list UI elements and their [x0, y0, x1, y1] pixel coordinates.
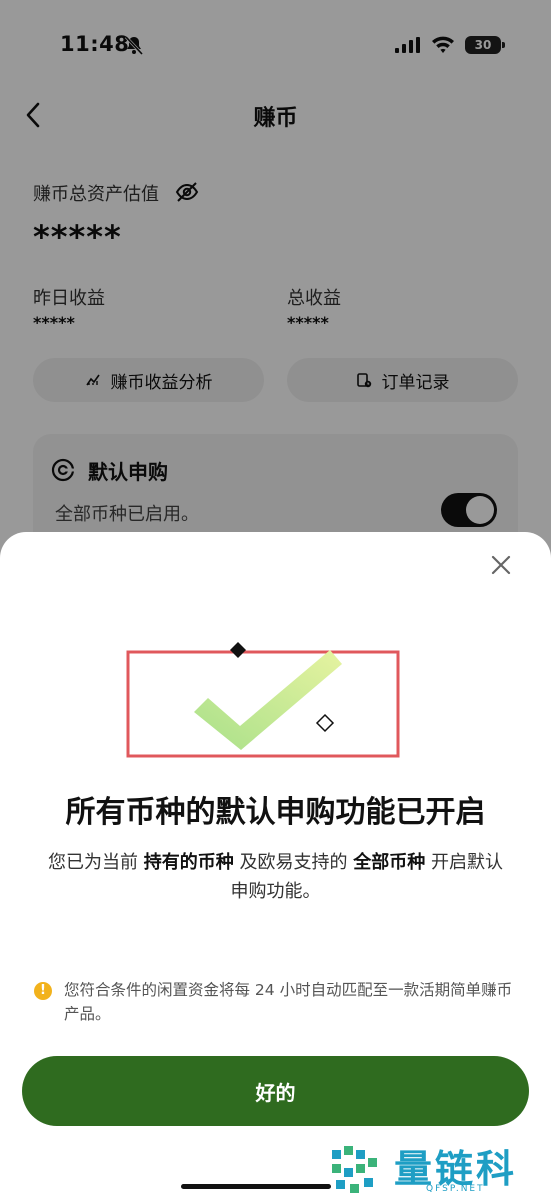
watermark-domain: QFSP.NET	[426, 1184, 485, 1194]
check-mark-icon	[194, 650, 342, 750]
close-icon[interactable]	[488, 552, 514, 578]
diamond-filled-icon	[230, 642, 246, 658]
highlight-box	[126, 650, 400, 758]
notice-text: 您符合条件的闲置资金将每 24 小时自动匹配至一款活期简单赚币产品。	[64, 981, 513, 1023]
desc-bold-1: 持有的币种	[143, 852, 234, 873]
success-bottom-sheet: 所有币种的默认申购功能已开启 您已为当前 持有的币种 及欧易支持的 全部币种 开…	[0, 532, 551, 1200]
warning-icon: !	[34, 982, 52, 1000]
notice: ! 您符合条件的闲置资金将每 24 小时自动匹配至一款活期简单赚币产品。	[34, 978, 514, 1026]
ok-button[interactable]: 好的	[22, 1056, 529, 1126]
desc-text-2: 及欧易支持的	[233, 852, 354, 873]
watermark: 量链科技 QFSP.NET	[330, 1138, 551, 1200]
desc-text-1: 您已为当前	[48, 852, 144, 873]
desc-bold-2: 全部币种	[353, 852, 426, 873]
diamond-outline-icon	[315, 713, 335, 733]
checkmark-illustration	[126, 642, 400, 758]
watermark-logo-icon	[332, 1146, 377, 1193]
home-indicator[interactable]	[181, 1184, 331, 1189]
sheet-description: 您已为当前 持有的币种 及欧易支持的 全部币种 开启默认申购功能。	[40, 848, 511, 906]
sheet-title: 所有币种的默认申购功能已开启	[65, 795, 486, 830]
